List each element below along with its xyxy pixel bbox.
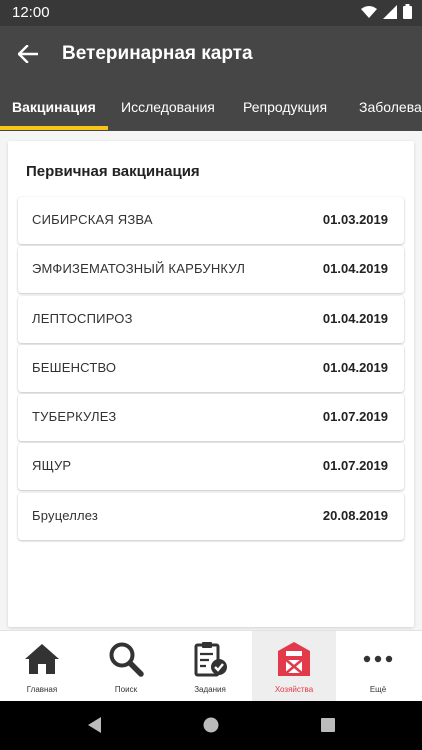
system-nav-bar <box>0 701 422 750</box>
tab-vaccination[interactable]: Вакцинация <box>12 83 96 131</box>
nav-farms[interactable]: Хозяйства <box>252 631 336 702</box>
vaccine-name: Бруцеллез <box>32 507 99 523</box>
nav-label: Задания <box>194 685 226 694</box>
tab-reproduction[interactable]: Репродукция <box>243 83 327 131</box>
vaccine-date: 20.08.2019 <box>322 507 388 523</box>
list-item[interactable]: БЕШЕНСТВО 01.04.2019 <box>18 344 404 392</box>
back-triangle-icon[interactable] <box>86 716 102 734</box>
wifi-icon <box>361 5 377 18</box>
tab-research[interactable]: Исследования <box>121 83 215 131</box>
list-item[interactable]: ЯЩУР 01.07.2019 <box>18 443 404 491</box>
vaccine-name: ЯЩУР <box>32 458 72 474</box>
search-icon <box>106 639 146 679</box>
status-bar: 12:00 <box>0 0 422 26</box>
recents-square-icon[interactable] <box>320 716 336 734</box>
nav-label: Главная <box>26 685 58 694</box>
vaccine-name: БЕШЕНСТВО <box>32 359 117 375</box>
vaccine-date: 01.04.2019 <box>322 310 388 326</box>
vaccine-date: 01.07.2019 <box>322 409 388 425</box>
nav-search[interactable]: Поиск <box>84 631 168 702</box>
list-item[interactable]: СИБИРСКАЯ ЯЗВА 01.03.2019 <box>18 197 404 244</box>
section-title: Первичная вакцинация <box>26 163 200 180</box>
bottom-nav: Главная Поиск Задания Хозяйства Ещё <box>0 630 422 702</box>
list-item[interactable]: ЭМФИЗЕМАТОЗНЫЙ КАРБУНКУЛ 01.04.2019 <box>18 246 404 294</box>
home-icon <box>22 639 62 679</box>
tasks-icon <box>190 639 230 679</box>
vaccination-list: СИБИРСКАЯ ЯЗВА 01.03.2019 ЭМФИЗЕМАТОЗНЫЙ… <box>18 197 404 542</box>
home-circle-icon[interactable] <box>202 716 220 734</box>
app-bar: Ветеринарная карта <box>0 26 422 83</box>
vaccine-name: ЛЕПТОСПИРОЗ <box>32 310 133 326</box>
nav-home[interactable]: Главная <box>0 631 84 702</box>
nav-more[interactable]: Ещё <box>336 631 420 702</box>
back-button[interactable] <box>10 38 46 70</box>
signal-icon <box>383 4 397 19</box>
nav-label: Поиск <box>114 685 138 694</box>
battery-icon <box>403 4 412 19</box>
vaccine-date: 01.04.2019 <box>322 261 388 277</box>
list-item[interactable]: Бруцеллез 20.08.2019 <box>18 492 404 540</box>
back-arrow-icon <box>18 45 38 63</box>
status-time: 12:00 <box>12 4 50 21</box>
tab-diseases[interactable]: Заболева <box>359 83 422 131</box>
vaccine-name: СИБИРСКАЯ ЯЗВА <box>32 212 153 227</box>
vaccination-card: Первичная вакцинация СИБИРСКАЯ ЯЗВА 01.0… <box>8 141 414 627</box>
list-item[interactable]: ЛЕПТОСПИРОЗ 01.04.2019 <box>18 295 404 343</box>
vaccine-name: ЭМФИЗЕМАТОЗНЫЙ КАРБУНКУЛ <box>32 261 246 277</box>
status-icons <box>361 4 412 19</box>
page-title: Ветеринарная карта <box>62 43 253 64</box>
tab-indicator <box>0 126 108 130</box>
vaccine-date: 01.07.2019 <box>322 458 388 474</box>
nav-label: Хозяйства <box>274 685 314 694</box>
vaccine-name: ТУБЕРКУЛЕЗ <box>32 409 117 425</box>
nav-label: Ещё <box>369 685 387 694</box>
barn-icon <box>274 639 314 679</box>
nav-tasks[interactable]: Задания <box>168 631 252 702</box>
vaccine-date: 01.04.2019 <box>322 359 388 375</box>
list-item[interactable]: ТУБЕРКУЛЕЗ 01.07.2019 <box>18 394 404 442</box>
vaccine-date: 01.03.2019 <box>322 212 388 227</box>
more-icon <box>358 639 398 679</box>
tab-bar: Вакцинация Исследования Репродукция Забо… <box>0 83 422 131</box>
